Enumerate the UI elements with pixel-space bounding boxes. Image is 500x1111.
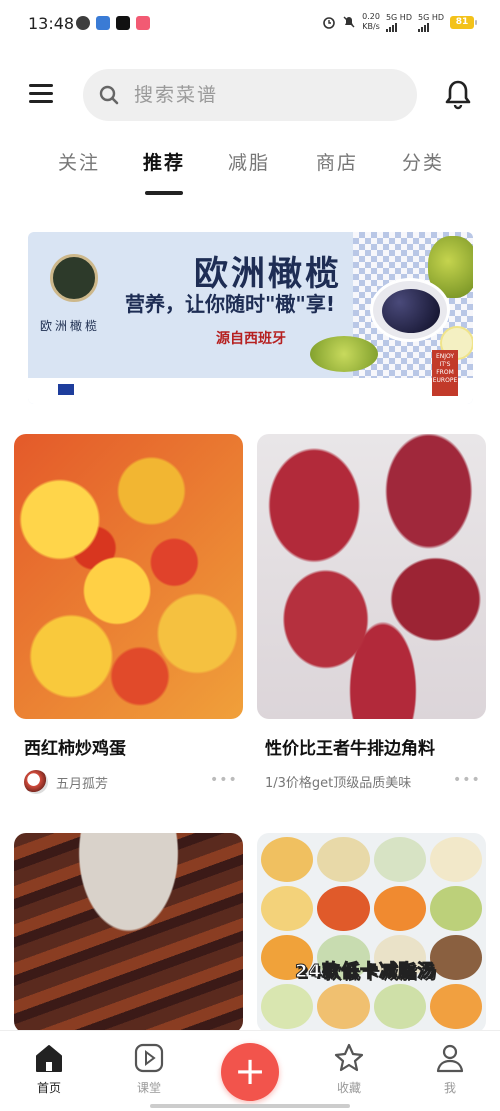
author-name: 五月孤芳: [56, 776, 109, 792]
star-icon: [334, 1043, 364, 1072]
mute-icon: [343, 16, 355, 28]
soup-bowls-grid: [257, 833, 486, 1033]
sim2-signal: 5G HD: [417, 12, 444, 32]
wechat-icon: [76, 16, 90, 30]
recipe-subtitle: 1/3价格get顶级品质美味: [265, 776, 412, 791]
green-olives-image: [310, 336, 378, 372]
eu-flag-icon: [58, 384, 74, 395]
bell-icon[interactable]: [443, 78, 473, 110]
menu-button[interactable]: [29, 84, 53, 104]
tab-store[interactable]: 商店: [316, 148, 358, 175]
status-bar: 13:48 0.20 KB/s 5G HD 5G HD 81: [0, 0, 500, 52]
banner-logo-text: 欧洲橄榄: [40, 319, 101, 333]
recipe-card[interactable]: 性价比王者牛排边角料 1/3价格get顶级品质美味 •••: [257, 434, 486, 804]
menu-icon-line: [29, 84, 53, 87]
more-icon[interactable]: •••: [210, 772, 238, 788]
recipe-card[interactable]: 24款低卡减脂汤: [257, 833, 486, 1033]
bottom-nav: 首页 课堂 + 收藏 我: [0, 1030, 500, 1111]
home-icon: [36, 1045, 62, 1072]
search-bar[interactable]: [83, 69, 417, 121]
nav-home[interactable]: 首页: [19, 1043, 79, 1096]
profile-icon: [436, 1044, 464, 1073]
recipe-card[interactable]: 西红柿炒鸡蛋 五月孤芳 •••: [14, 434, 243, 804]
recipe-image: [14, 434, 243, 719]
sim2-label: 5G HD: [417, 12, 444, 22]
tab-fat-loss[interactable]: 减脂: [228, 148, 270, 175]
recipe-title: 性价比王者牛排边角料: [265, 739, 435, 759]
olive-tree-logo-icon: [50, 254, 98, 302]
nav-class-label: 课堂: [136, 1081, 161, 1095]
banner-footer-strip: [28, 378, 473, 404]
image-overlay-text: 24款低卡减脂汤: [294, 961, 437, 983]
search-icon: [99, 85, 119, 105]
black-olives-bowl-image: [370, 278, 450, 342]
network-speed-unit: KB/s: [362, 22, 380, 31]
tiktok-icon: [116, 16, 130, 30]
status-app-icons: [76, 16, 150, 30]
network-speed-value: 0.20: [362, 12, 380, 21]
status-time: 13:48: [28, 14, 75, 33]
battery-icon: 81: [450, 15, 477, 29]
signal-bars-icon: [417, 22, 444, 32]
recipe-card[interactable]: [14, 833, 243, 1033]
nav-profile-label: 我: [443, 1081, 456, 1095]
tab-follow[interactable]: 关注: [58, 148, 100, 175]
nav-profile[interactable]: 我: [420, 1043, 480, 1096]
signal-bars-icon: [385, 22, 412, 32]
nav-class[interactable]: 课堂: [119, 1043, 179, 1096]
more-icon[interactable]: •••: [453, 772, 481, 788]
menu-icon-line: [29, 100, 53, 103]
recipe-image: [14, 833, 243, 1033]
network-speed: 0.20 KB/s: [362, 12, 380, 32]
recipe-description: 1/3价格get顶级品质美味: [265, 772, 411, 791]
recipe-author: 五月孤芳: [24, 770, 108, 794]
menu-icon-line: [29, 92, 53, 95]
recipe-title: 西红柿炒鸡蛋: [24, 739, 126, 759]
sim1-label: 5G HD: [385, 12, 412, 22]
add-button[interactable]: +: [221, 1043, 279, 1101]
tab-category[interactable]: 分类: [402, 148, 444, 175]
banner-origin: 源自西班牙: [216, 331, 286, 347]
search-input[interactable]: [134, 84, 384, 106]
alarm-icon: [323, 17, 335, 29]
promo-banner[interactable]: 欧洲橄榄 欧洲橄榄 营养，让你随时"橄"享! 源自西班牙 ENJOY IT'S …: [28, 232, 473, 404]
avatar: [24, 770, 48, 794]
recipe-image: [257, 434, 486, 719]
feed-tabs: 关注 推荐 减脂 商店 分类: [0, 148, 500, 198]
status-right: 0.20 KB/s 5G HD 5G HD 81: [322, 12, 477, 32]
home-indicator: [150, 1104, 350, 1108]
tab-recommended[interactable]: 推荐: [143, 148, 185, 175]
play-icon: [134, 1043, 164, 1073]
enjoy-europe-badge: ENJOY IT'S FROM EUROPE: [432, 350, 458, 396]
sim1-signal: 5G HD: [385, 12, 412, 32]
banner-subtitle: 营养，让你随时"橄"享!: [125, 292, 335, 316]
nav-favorites[interactable]: 收藏: [319, 1043, 379, 1096]
app-notification-icon: [96, 16, 110, 30]
nav-home-label: 首页: [36, 1081, 61, 1095]
active-tab-indicator: [145, 191, 183, 195]
recipe-image: 24款低卡减脂汤: [257, 833, 486, 1033]
shopping-app-icon: [136, 16, 150, 30]
nav-favorites-label: 收藏: [336, 1081, 361, 1095]
